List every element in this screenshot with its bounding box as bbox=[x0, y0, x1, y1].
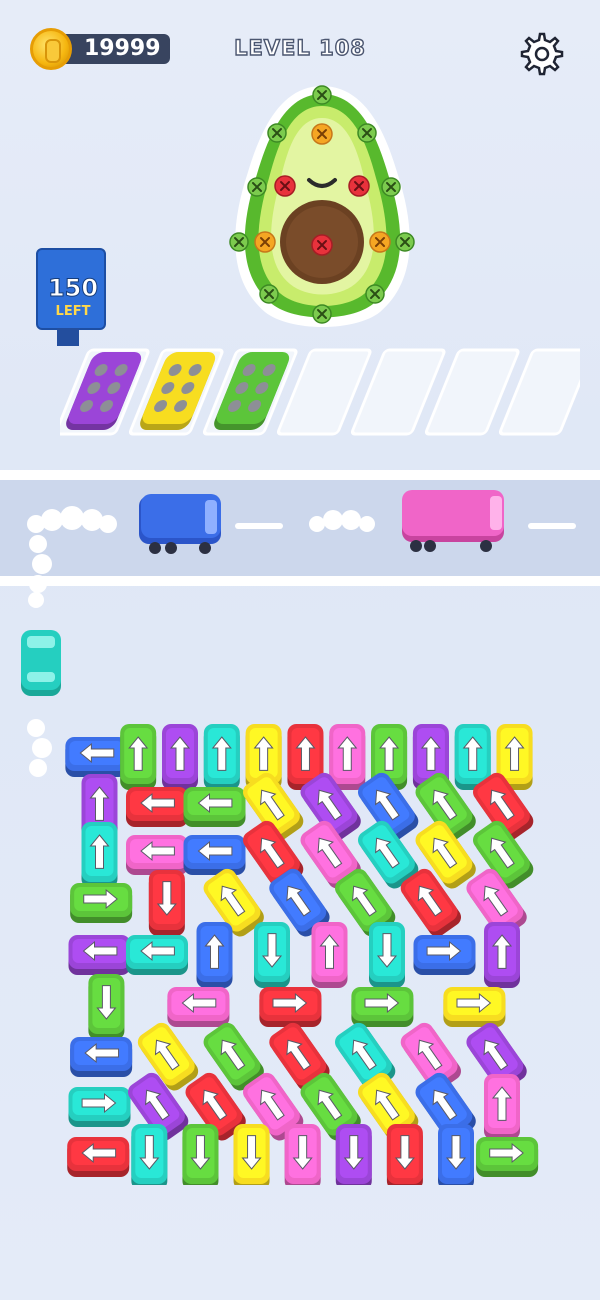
car-teal-down[interactable] bbox=[131, 1124, 168, 1185]
car-blue-right[interactable] bbox=[413, 935, 476, 975]
car-purple-left[interactable] bbox=[68, 935, 131, 975]
car-blue-left[interactable] bbox=[183, 835, 246, 875]
car-red-down[interactable] bbox=[386, 1124, 423, 1185]
car-pink-left[interactable] bbox=[126, 835, 188, 875]
parking-lot bbox=[65, 724, 539, 1185]
car-teal-down[interactable] bbox=[369, 922, 405, 988]
car-teal-up[interactable] bbox=[203, 724, 240, 790]
counter-sign: 150 LEFT bbox=[36, 248, 106, 330]
car-pink-up[interactable] bbox=[484, 1074, 520, 1140]
car-blue-left[interactable] bbox=[65, 737, 128, 777]
car-purple-up[interactable] bbox=[484, 922, 520, 988]
level-title: LEVEL 108 bbox=[233, 35, 366, 60]
car-green-up[interactable] bbox=[120, 724, 157, 790]
car-teal-right[interactable] bbox=[68, 1087, 131, 1127]
car-yellow-down[interactable] bbox=[233, 1124, 270, 1185]
car-red-right[interactable] bbox=[259, 987, 322, 1027]
settings-gear-icon[interactable] bbox=[516, 28, 564, 76]
road-bus-blue bbox=[139, 494, 221, 554]
car-red-left[interactable] bbox=[67, 1137, 130, 1177]
car-pink-up[interactable] bbox=[311, 922, 348, 988]
car-red-down[interactable] bbox=[148, 870, 185, 936]
waiting-car-teal bbox=[21, 630, 61, 696]
car-green-left[interactable] bbox=[183, 787, 246, 827]
avocado-screw-puzzle bbox=[229, 85, 415, 327]
car-pink-up[interactable] bbox=[329, 724, 366, 790]
road-dash bbox=[528, 523, 576, 529]
car-yellow-right[interactable] bbox=[443, 987, 506, 1027]
car-purple-up[interactable] bbox=[162, 724, 198, 790]
car-green-right[interactable] bbox=[70, 883, 133, 923]
car-teal-up[interactable] bbox=[81, 822, 118, 888]
car-green-down[interactable] bbox=[182, 1124, 219, 1185]
cars-left-counter: 150 LEFT bbox=[26, 248, 106, 348]
car-blue-up[interactable] bbox=[196, 922, 233, 988]
car-purple-down[interactable] bbox=[335, 1124, 372, 1185]
car-green-right[interactable] bbox=[351, 987, 414, 1027]
bus-slots bbox=[60, 348, 580, 436]
car-pink-down[interactable] bbox=[284, 1124, 321, 1185]
road-dash bbox=[235, 523, 283, 529]
car-pink-left[interactable] bbox=[167, 987, 230, 1027]
cars-left-label: LEFT bbox=[55, 304, 91, 319]
car-green-down[interactable] bbox=[88, 974, 125, 1040]
car-blue-down[interactable] bbox=[438, 1124, 474, 1185]
car-teal-left[interactable] bbox=[126, 935, 188, 975]
smoke-trail-icon bbox=[28, 535, 52, 608]
road-bus-pink bbox=[402, 490, 504, 552]
cars-left-number: 150 bbox=[47, 274, 99, 303]
smoke-trail-icon bbox=[27, 719, 52, 777]
road-edge-bottom bbox=[0, 576, 600, 586]
car-green-right[interactable] bbox=[476, 1137, 539, 1177]
car-red-left[interactable] bbox=[126, 787, 188, 827]
road-edge-top bbox=[0, 470, 600, 480]
smoke-cloud-icon bbox=[309, 510, 375, 532]
car-teal-down[interactable] bbox=[254, 922, 290, 988]
car-blue-left[interactable] bbox=[70, 1037, 133, 1077]
